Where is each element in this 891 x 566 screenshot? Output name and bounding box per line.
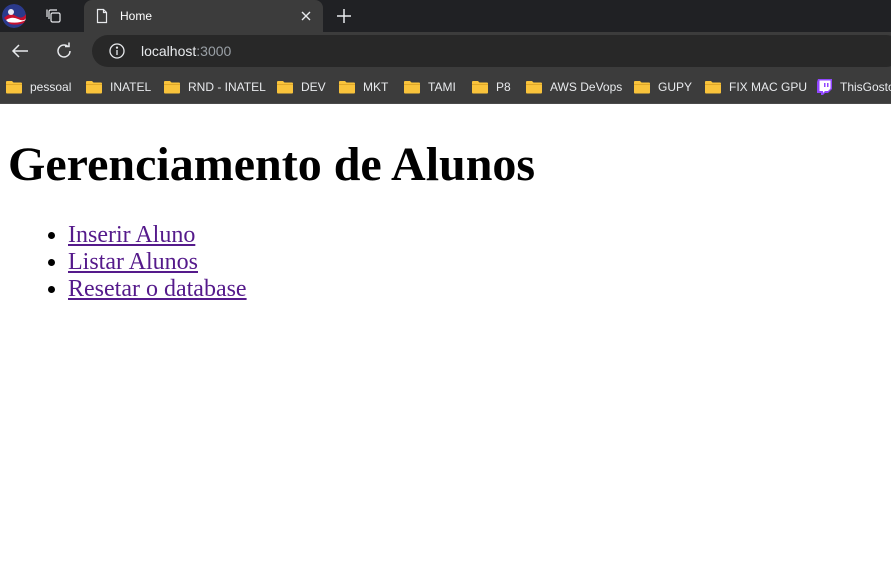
bookmark-label: AWS DeVops (550, 80, 623, 94)
browser-toolbar: localhost:3000 (0, 32, 891, 70)
folder-icon (86, 81, 102, 94)
bookmark-label: RND - INATEL (188, 80, 266, 94)
insert-student-link[interactable]: Inserir Aluno (68, 222, 195, 248)
url-text: localhost:3000 (141, 43, 231, 59)
bookmark-label: TAMI (428, 80, 456, 94)
reset-database-link[interactable]: Resetar o database (68, 276, 247, 302)
folder-icon (404, 81, 420, 94)
tab-title: Home (120, 9, 153, 23)
workspaces-icon[interactable] (42, 4, 66, 28)
reload-icon[interactable] (52, 39, 76, 63)
folder-icon (705, 81, 721, 94)
list-item: Inserir Aluno (68, 222, 247, 249)
bookmark-rnd-inatel[interactable]: RND - INATEL (164, 78, 266, 96)
back-arrow-icon[interactable] (8, 39, 32, 63)
info-icon[interactable] (109, 43, 125, 59)
document-icon (96, 8, 108, 24)
url-host: localhost (141, 43, 197, 59)
bookmark-label: P8 (496, 80, 511, 94)
close-icon[interactable] (298, 8, 314, 24)
bookmark-pessoal[interactable]: pessoal (6, 78, 71, 96)
bookmark-tami[interactable]: TAMI (404, 78, 456, 96)
bookmark-dev[interactable]: DEV (277, 78, 326, 96)
bookmark-aws-devops[interactable]: AWS DeVops (526, 78, 622, 96)
list-item: Resetar o database (68, 276, 247, 303)
bookmark-label: ThisGostos (840, 80, 891, 94)
url-port: :3000 (196, 43, 232, 59)
bookmarks-bar: pessoal INATEL RND - INATEL DEV MKT TAMI… (0, 70, 891, 104)
folder-icon (277, 81, 293, 94)
bookmark-label: INATEL (110, 80, 152, 94)
folder-icon (339, 81, 355, 94)
tab-strip: Home (0, 0, 891, 32)
address-bar[interactable]: localhost:3000 (92, 35, 891, 67)
bookmark-mkt[interactable]: MKT (339, 78, 388, 96)
bookmark-label: FIX MAC GPU (729, 80, 808, 94)
bookmark-fix-mac-gpu[interactable]: FIX MAC GPU (705, 78, 807, 96)
bookmark-label: MKT (363, 80, 389, 94)
new-tab-icon[interactable] (332, 4, 356, 28)
bookmark-gupy[interactable]: GUPY (634, 78, 692, 96)
folder-icon (472, 81, 488, 94)
twitch-icon (817, 79, 832, 95)
page-title: Gerenciamento de Alunos (8, 138, 536, 191)
bookmark-inatel[interactable]: INATEL (86, 78, 151, 96)
bookmark-p8[interactable]: P8 (472, 78, 511, 96)
profile-avatar[interactable] (2, 4, 26, 28)
bookmark-thisgostos[interactable]: ThisGostos (817, 78, 891, 96)
nav-list: Inserir Aluno Listar Alunos Resetar o da… (0, 222, 247, 303)
folder-icon (634, 81, 650, 94)
bookmark-label: GUPY (658, 80, 693, 94)
folder-icon (164, 81, 180, 94)
folder-icon (6, 81, 22, 94)
bookmark-label: DEV (301, 80, 326, 94)
folder-icon (526, 81, 542, 94)
bookmark-label: pessoal (30, 80, 72, 94)
list-students-link[interactable]: Listar Alunos (68, 249, 198, 275)
page-content: Gerenciamento de Alunos Inserir Aluno Li… (0, 104, 891, 566)
tab-home[interactable]: Home (84, 0, 323, 32)
list-item: Listar Alunos (68, 249, 247, 276)
